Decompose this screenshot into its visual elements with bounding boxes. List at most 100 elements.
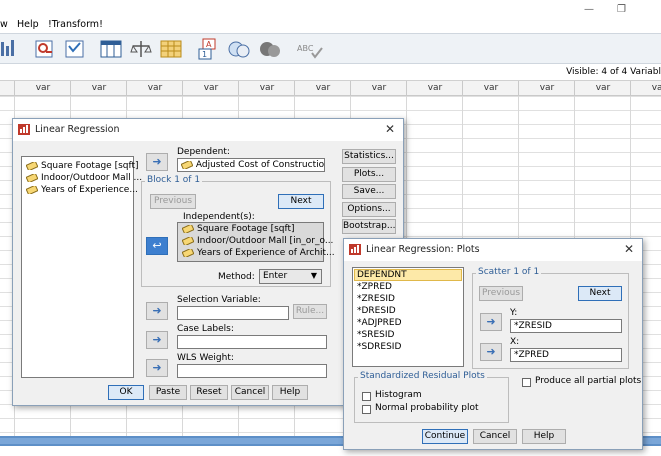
list-item-label: Indoor/Outdoor Mall [in_or_o... [197, 236, 334, 246]
move-to-independents-button[interactable]: ↩ [146, 237, 168, 255]
plots-source-list[interactable]: DEPENDNT *ZPRED *ZRESID *DRESID *ADJPRED… [352, 267, 464, 367]
histogram-checkbox[interactable] [362, 392, 371, 401]
bootstrap-button[interactable]: Bootstrap... [342, 219, 396, 234]
cancel-button[interactable]: Cancel [231, 385, 269, 400]
continue-button[interactable]: Continue [422, 429, 468, 444]
list-item-label: Years of Experience... [41, 185, 138, 195]
column-header[interactable]: var [630, 81, 661, 96]
dialog-titlebar[interactable]: Linear Regression ✕ [13, 119, 403, 141]
minimize-icon[interactable]: — [584, 4, 594, 15]
help-button[interactable]: Help [272, 385, 308, 400]
dependent-field[interactable]: Adjusted Cost of Constructio... [177, 158, 325, 172]
move-to-wls-button[interactable]: ➜ [146, 359, 168, 377]
independents-list[interactable]: Square Footage [sqft] Indoor/Outdoor Mal… [177, 222, 335, 262]
column-header[interactable]: var [574, 81, 631, 96]
value-labels-icon[interactable] [160, 38, 182, 60]
circle-icon[interactable] [227, 38, 250, 60]
list-item-selected[interactable]: DEPENDNT [354, 269, 462, 281]
list-item[interactable]: Indoor/Outdoor Mall [in_or_o... [181, 235, 334, 246]
save-button[interactable]: Save... [342, 184, 396, 199]
split-file-icon[interactable] [100, 38, 122, 60]
column-header[interactable]: var [126, 81, 183, 96]
menu-item-transform-ext[interactable]: !Transform! [48, 19, 103, 30]
column-header[interactable]: var [14, 81, 71, 96]
column-header[interactable]: var [294, 81, 351, 96]
color-circle-icon[interactable] [258, 38, 280, 60]
close-icon[interactable]: ✕ [624, 242, 634, 256]
list-item[interactable]: Square Footage [sqft] [25, 160, 139, 171]
partial-plots-label: Produce all partial plots [535, 376, 642, 386]
column-header[interactable]: var [350, 81, 407, 96]
list-item[interactable]: *ZRESID [357, 294, 395, 304]
y-label: Y: [510, 308, 518, 318]
rule-button[interactable]: Rule... [293, 304, 327, 319]
x-axis-field[interactable]: *ZPRED [510, 348, 622, 362]
list-item-label: *ADJPRED [357, 318, 402, 328]
weight-cases-icon[interactable] [64, 38, 86, 60]
move-to-case-labels-button[interactable]: ➜ [146, 331, 168, 349]
list-item[interactable]: *SDRESID [357, 342, 401, 352]
move-to-selection-button[interactable]: ➜ [146, 302, 168, 320]
move-to-x-button[interactable]: ➜ [480, 343, 502, 361]
list-item[interactable]: *DRESID [357, 306, 396, 316]
column-header[interactable]: var [182, 81, 239, 96]
normal-probability-label: Normal probability plot [375, 403, 479, 413]
statistics-icon[interactable] [0, 38, 14, 60]
ok-button[interactable]: OK [108, 385, 144, 400]
close-icon[interactable]: ✕ [385, 122, 395, 136]
list-item-label: Square Footage [sqft] [197, 224, 295, 234]
wls-weight-field[interactable] [177, 364, 327, 378]
find-icon[interactable] [34, 38, 56, 60]
statistics-button[interactable]: Statistics... [342, 149, 396, 164]
column-header[interactable]: var [518, 81, 575, 96]
list-item[interactable]: Square Footage [sqft] [181, 223, 295, 234]
menu-item-help[interactable]: Help [17, 19, 39, 30]
next-block-button[interactable]: Next [278, 194, 324, 209]
plots-cancel-button[interactable]: Cancel [473, 429, 517, 444]
list-item[interactable]: *ADJPRED [357, 318, 402, 328]
move-to-y-button[interactable]: ➜ [480, 313, 502, 331]
variable-source-list[interactable]: Square Footage [sqft] Indoor/Outdoor Mal… [21, 156, 142, 378]
spell-check-text: ABC [297, 44, 314, 53]
column-header[interactable]: var [406, 81, 463, 96]
wls-weight-label: WLS Weight: [177, 353, 234, 363]
plots-dialog: Linear Regression: Plots ✕ DEPENDNT *ZPR… [343, 238, 643, 450]
reset-button[interactable]: Reset [190, 385, 228, 400]
spell-check-icon[interactable]: ABC [296, 38, 324, 60]
list-item[interactable]: *SRESID [357, 330, 394, 340]
selection-variable-field[interactable] [177, 306, 289, 320]
dialog-titlebar[interactable]: Linear Regression: Plots ✕ [344, 239, 642, 261]
svg-text:A: A [206, 40, 212, 49]
scale-variable-icon [25, 160, 39, 171]
column-header[interactable]: var [70, 81, 127, 96]
partial-plots-checkbox[interactable] [522, 378, 531, 387]
plots-button[interactable]: Plots... [342, 167, 396, 182]
list-item[interactable]: Indoor/Outdoor Mall ... [25, 172, 142, 183]
options-button[interactable]: Options... [342, 202, 396, 217]
x-label: X: [510, 337, 520, 347]
y-axis-field[interactable]: *ZRESID [510, 319, 622, 333]
menu-item-partial[interactable]: w [0, 19, 8, 30]
case-labels-field[interactable] [177, 335, 327, 349]
scatter-next-button[interactable]: Next [578, 286, 622, 301]
scatter-previous-button[interactable]: Previous [479, 286, 523, 301]
column-header[interactable]: var [462, 81, 519, 96]
scale-variable-icon [25, 172, 39, 183]
chevron-down-icon: ▼ [310, 271, 317, 280]
list-item[interactable]: Years of Experience... [25, 184, 138, 195]
column-header[interactable]: var [238, 81, 295, 96]
histogram-label: Histogram [375, 390, 422, 400]
select-cases-icon[interactable] [130, 38, 152, 60]
previous-block-button[interactable]: Previous [150, 194, 196, 209]
list-item[interactable]: *ZPRED [357, 282, 392, 292]
list-item[interactable]: Years of Experience of Archit... [181, 247, 335, 258]
move-to-dependent-button[interactable]: ➜ [146, 153, 168, 171]
sets-icon[interactable]: A1 [198, 38, 220, 60]
selection-variable-label: Selection Variable: [177, 295, 261, 305]
restore-icon[interactable]: ❐ [617, 4, 626, 15]
paste-button[interactable]: Paste [149, 385, 187, 400]
standardized-residual-group [354, 377, 509, 423]
normal-probability-checkbox[interactable] [362, 405, 371, 414]
method-select[interactable]: Enter ▼ [259, 269, 322, 284]
plots-help-button[interactable]: Help [522, 429, 566, 444]
